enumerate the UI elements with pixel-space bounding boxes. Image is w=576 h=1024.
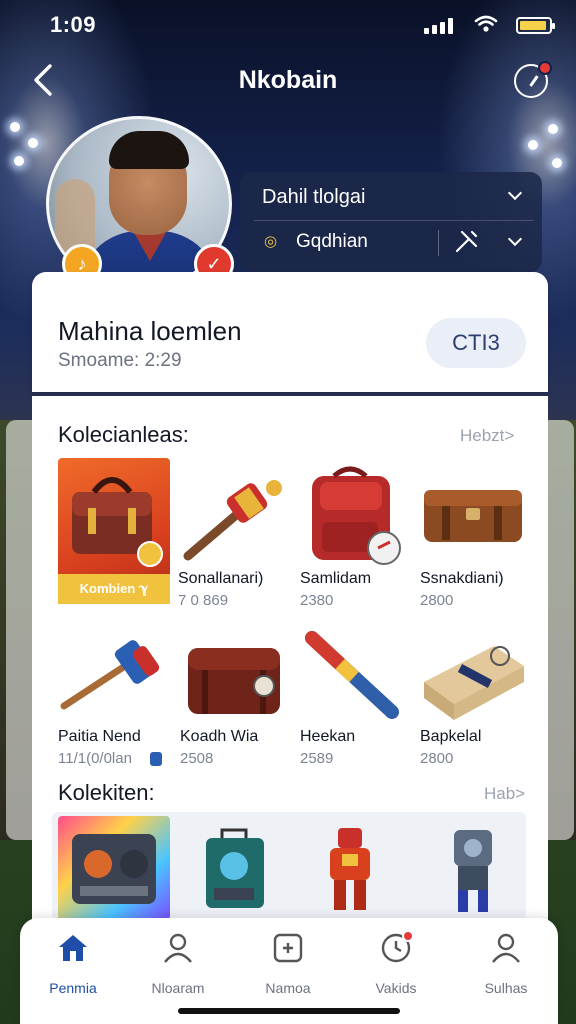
tab-label: Nloaram (151, 980, 205, 996)
profile-subtitle: Smoame: 2:29 (58, 350, 182, 371)
see-all-link[interactable]: Hab> (484, 784, 525, 804)
status-bar: 1:09 (0, 10, 576, 40)
shield-icon (150, 752, 162, 766)
timer-icon[interactable] (514, 61, 552, 98)
item-value: 2508 (180, 750, 214, 767)
first-dropdown-label: Dahil tlolgai (262, 186, 366, 208)
tab-label: Penmia (49, 980, 97, 996)
item-value: 7 0 869 (178, 592, 229, 609)
side-card (546, 420, 574, 840)
backpack-icon (312, 466, 401, 565)
profile-name: Mahina loemlen (58, 316, 242, 346)
collection-item[interactable]: Bapkelal 2800 (420, 626, 536, 772)
collection-item[interactable]: Paitia Nend 11/1(0/0lan (58, 632, 174, 772)
robot-toy-icon[interactable] (320, 826, 380, 916)
home-icon (59, 935, 87, 961)
collection-item[interactable]: Sonallanari) 7 0 869 (178, 470, 294, 610)
tab-nloaram[interactable]: Nloaram (128, 928, 228, 998)
stadium-light (528, 140, 538, 150)
page-title: Nkobain (238, 66, 338, 94)
chest-icon (188, 648, 280, 714)
collection-item[interactable]: Koadh Wia 2508 (180, 634, 296, 772)
bat-icon (305, 631, 399, 719)
featured-item[interactable]: Kombien ℽ (58, 458, 174, 604)
trunk-icon (424, 490, 522, 542)
hammer-icon (183, 480, 282, 561)
collection-item[interactable] (58, 816, 170, 920)
side-card (6, 420, 34, 840)
person-icon (492, 933, 520, 963)
tab-label: Sulhas (484, 980, 528, 996)
divider (254, 220, 534, 221)
status-time: 1:09 (50, 12, 97, 37)
item-label: Ssnakdiani) (420, 570, 504, 587)
wifi-icon (474, 15, 498, 32)
radio-icon (72, 834, 156, 904)
tab-label: Vakids (375, 980, 417, 996)
tools-icon[interactable] (454, 228, 480, 254)
second-dropdown-label: Gqdhian (296, 231, 368, 252)
chevron-down-icon (507, 231, 523, 247)
section-title: Kolekiten: (58, 780, 155, 805)
collection-item[interactable]: Samlidam 2380 (300, 462, 416, 610)
robot-icon[interactable] (444, 826, 502, 916)
notification-dot (402, 930, 414, 942)
calculator-icon (273, 933, 303, 963)
notification-dot (538, 61, 552, 75)
stadium-light (548, 124, 558, 134)
tab-penmia[interactable]: Penmia (23, 928, 123, 998)
item-label: Heekan (300, 728, 356, 745)
item-label: Paitia Nend (58, 728, 141, 745)
coin-icon: ◎ (264, 233, 278, 250)
radio-icon[interactable] (200, 826, 270, 914)
tab-label: Namoa (265, 980, 311, 996)
stadium-light (552, 158, 562, 168)
stadium-light (14, 156, 24, 166)
item-value: 2800 (420, 750, 454, 767)
section-title: Kolecianleas: (58, 422, 189, 447)
profile-card: Mahina loemlen Smoame: 2:29 CTI3 (32, 272, 548, 392)
person-icon (164, 933, 192, 963)
tab-vakids[interactable]: Vakids (346, 928, 446, 998)
item-label: Samlidam (300, 570, 372, 587)
battery-icon (516, 17, 555, 34)
first-dropdown[interactable]: Dahil tlolgai (262, 180, 532, 214)
package-icon (424, 646, 524, 720)
item-value: 2800 (420, 592, 454, 609)
second-dropdown[interactable]: ◎ Gqdhian (262, 226, 532, 260)
item-label: Bapkelal (420, 728, 482, 745)
featured-banner: Kombien ℽ (58, 574, 170, 604)
home-indicator[interactable] (178, 1008, 400, 1014)
collection-item[interactable]: Ssnakdiani) 2800 (420, 478, 536, 610)
hammer-icon (60, 640, 160, 710)
collection-item[interactable]: Heekan 2589 (300, 630, 416, 772)
chevron-down-icon (507, 185, 523, 201)
featured-thumbnail: Kombien ℽ (58, 458, 170, 604)
signal-icon (424, 18, 458, 34)
item-value: 2380 (300, 592, 334, 609)
stadium-light (28, 138, 38, 148)
bag-icon (72, 477, 163, 567)
tab-sulhas[interactable]: Sulhas (456, 928, 556, 998)
item-value: 11/1(0/0lan (58, 750, 132, 767)
divider (438, 230, 439, 256)
item-value: 2589 (300, 750, 334, 767)
item-label: Koadh Wia (180, 728, 259, 745)
stadium-light (10, 122, 20, 132)
tab-namoa[interactable]: Namoa (238, 928, 338, 998)
see-all-link[interactable]: Hebzt> (460, 426, 514, 446)
profile-action-button[interactable]: CTI3 (426, 318, 526, 368)
item-label: Sonallanari) (178, 570, 264, 587)
